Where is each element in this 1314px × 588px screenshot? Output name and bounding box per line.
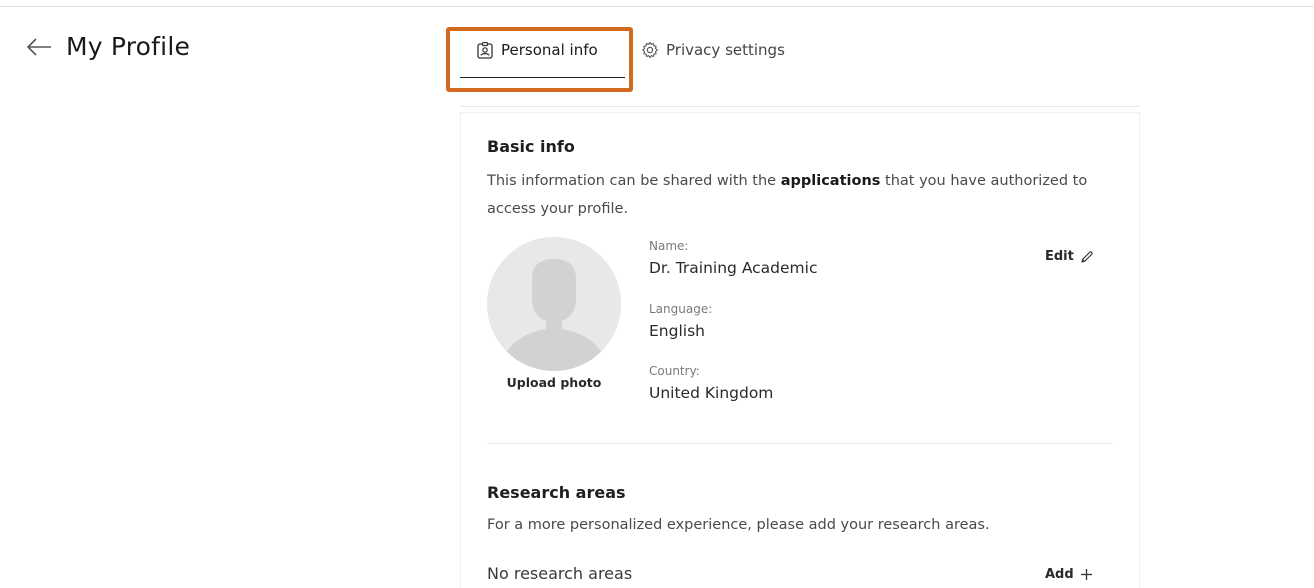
tab-privacy-settings-label: Privacy settings [666, 41, 785, 59]
research-areas-description: For a more personalized experience, plea… [487, 517, 990, 533]
page-header: My Profile [26, 32, 190, 61]
pencil-icon [1080, 250, 1094, 264]
basic-info-description: This information can be shared with the … [487, 167, 1117, 223]
language-label: Language: [649, 302, 713, 316]
tab-divider [460, 106, 1140, 107]
research-areas-title: Research areas [487, 483, 626, 502]
tab-bar: Personal info Privacy settings [460, 30, 785, 80]
no-research-areas-text: No research areas [487, 564, 633, 583]
top-bar [0, 0, 1314, 7]
tab-personal-info-label: Personal info [501, 41, 598, 59]
language-value: English [649, 322, 705, 340]
basic-info-title: Basic info [487, 137, 575, 156]
section-divider [487, 443, 1113, 444]
country-value: United Kingdom [649, 384, 774, 402]
edit-button[interactable]: Edit [1045, 249, 1094, 264]
user-badge-icon [476, 41, 494, 59]
basic-info-desc-part: This information can be shared with the [487, 173, 781, 189]
profile-card: Basic info This information can be share… [460, 112, 1140, 588]
add-label: Add [1045, 567, 1074, 582]
avatar[interactable] [487, 237, 621, 371]
applications-link[interactable]: applications [781, 173, 881, 189]
page-title: My Profile [66, 32, 191, 61]
gear-icon [641, 41, 659, 59]
country-label: Country: [649, 364, 700, 378]
upload-photo-button[interactable]: Upload photo [487, 375, 621, 390]
name-value: Dr. Training Academic [649, 259, 818, 277]
name-label: Name: [649, 239, 689, 253]
edit-label: Edit [1045, 249, 1074, 264]
tab-privacy-settings[interactable]: Privacy settings [625, 30, 785, 70]
arrow-left-icon[interactable] [26, 37, 52, 57]
plus-icon [1080, 568, 1093, 581]
add-research-area-button[interactable]: Add [1045, 567, 1093, 582]
tab-personal-info[interactable]: Personal info [460, 30, 625, 78]
